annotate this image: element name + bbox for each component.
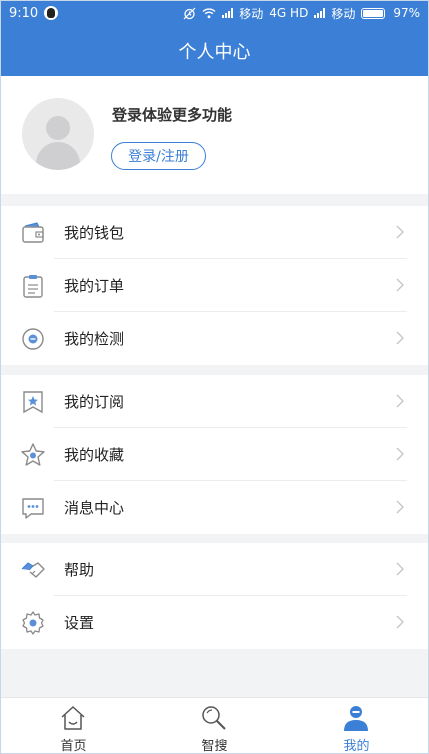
chevron-right-icon <box>396 278 404 292</box>
qq-notification-icon <box>44 6 59 20</box>
menu-label: 帮助 <box>64 561 95 579</box>
home-icon <box>61 706 85 730</box>
chevron-right-icon <box>396 615 404 629</box>
battery-icon <box>361 7 386 19</box>
tab-label: 智搜 <box>201 739 228 754</box>
menu-item-inspection[interactable]: 我的检测 <box>0 312 429 365</box>
network-type: 4G HD <box>269 6 309 20</box>
carrier-2: 移动 <box>331 6 356 21</box>
wallet-icon <box>22 222 44 243</box>
menu-group-support: 帮助 设置 <box>0 543 429 649</box>
gear-icon <box>22 611 44 635</box>
menu-label: 我的订单 <box>64 277 125 295</box>
search-icon <box>202 706 226 730</box>
status-time: 9:10 <box>9 5 39 21</box>
chevron-right-icon <box>396 562 404 576</box>
menu-label: 我的订阅 <box>64 393 125 411</box>
menu-item-favorites[interactable]: 我的收藏 <box>0 428 429 481</box>
profile-card: 登录体验更多功能 登录/注册 <box>0 76 429 194</box>
chevron-right-icon <box>396 394 404 408</box>
person-icon <box>344 706 368 731</box>
bookmark-star-icon <box>23 391 43 414</box>
tab-home[interactable]: 首页 <box>2 698 145 754</box>
menu-label: 我的钱包 <box>64 224 125 242</box>
bottom-navigation: 首页 智搜 我的 <box>0 697 429 754</box>
menu-label: 我的收藏 <box>64 446 125 464</box>
menu-label: 消息中心 <box>64 499 125 517</box>
avatar-body-shape <box>36 142 80 170</box>
menu-item-wallet[interactable]: 我的钱包 <box>0 206 429 259</box>
avatar-head-shape <box>46 116 70 140</box>
carrier-1: 移动 <box>239 6 264 21</box>
menu-label: 我的检测 <box>64 330 125 348</box>
tab-label: 首页 <box>60 739 87 754</box>
login-register-button[interactable]: 登录/注册 <box>111 142 206 170</box>
chat-bubble-icon <box>22 498 44 519</box>
title-bar: 个人中心 <box>0 26 429 76</box>
menu-item-help[interactable]: 帮助 <box>0 543 429 596</box>
page-title: 个人中心 <box>178 42 251 63</box>
alarm-icon <box>183 7 196 19</box>
tab-mine[interactable]: 我的 <box>285 698 428 754</box>
tab-label: 我的 <box>343 739 370 754</box>
menu-item-subscriptions[interactable]: 我的订阅 <box>0 375 429 428</box>
tab-smart-search[interactable]: 智搜 <box>143 698 286 754</box>
wifi-icon <box>202 8 216 19</box>
handshake-icon <box>21 562 45 578</box>
chevron-right-icon <box>396 225 404 239</box>
clipboard-icon <box>23 275 43 298</box>
battery-level: 97% <box>393 6 420 20</box>
menu-item-orders[interactable]: 我的订单 <box>0 259 429 312</box>
inspection-icon <box>22 328 44 350</box>
signal-icon-2 <box>314 8 326 18</box>
chevron-right-icon <box>396 447 404 461</box>
menu-item-settings[interactable]: 设置 <box>0 596 429 649</box>
menu-group-account: 我的钱包 我的订单 我的检测 <box>0 206 429 365</box>
chevron-right-icon <box>396 331 404 345</box>
chevron-right-icon <box>396 500 404 514</box>
star-icon <box>21 443 45 466</box>
login-prompt: 登录体验更多功能 <box>112 106 233 124</box>
status-bar: 9:10 移动 4G HD 移动 97% <box>0 0 429 26</box>
signal-icon <box>222 8 234 18</box>
avatar[interactable] <box>22 98 94 170</box>
menu-item-messages[interactable]: 消息中心 <box>0 481 429 534</box>
menu-group-content: 我的订阅 我的收藏 消息中心 <box>0 375 429 534</box>
menu-label: 设置 <box>64 614 95 632</box>
